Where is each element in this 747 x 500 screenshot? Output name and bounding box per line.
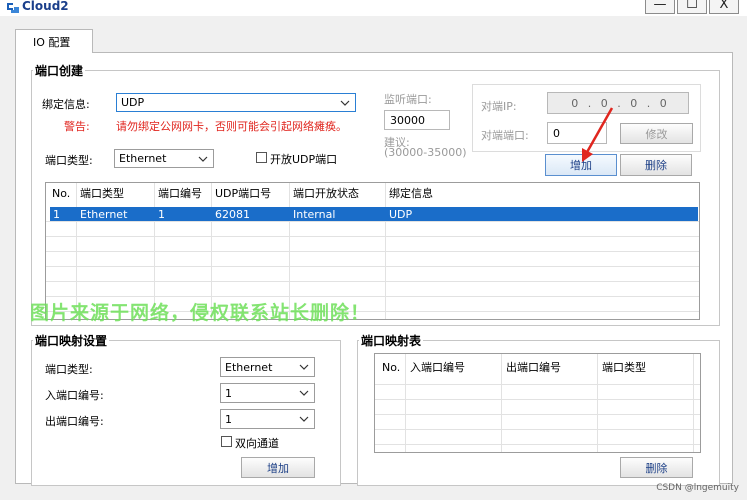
remote-ip-input[interactable]: 0 . 0 . 0 . 0 bbox=[547, 92, 689, 114]
mapping-port-type-value: Ethernet bbox=[225, 360, 273, 374]
column-header-no: No. bbox=[382, 360, 401, 374]
column-header-udp-port: UDP端口号 bbox=[215, 187, 272, 200]
chevron-down-icon bbox=[299, 416, 309, 422]
column-header-open-status: 端口开放状态 bbox=[293, 187, 359, 200]
title-bar bbox=[0, 0, 747, 16]
column-header-port-number: 端口编号 bbox=[158, 187, 202, 200]
cell-open-status: Internal bbox=[293, 207, 336, 221]
mapping-table-title: 端口映射表 bbox=[359, 332, 424, 349]
warning-label: 警告: bbox=[64, 120, 90, 133]
maximize-button[interactable]: ☐ bbox=[677, 0, 707, 14]
port-type-select[interactable]: Ethernet bbox=[114, 149, 214, 168]
bidirectional-checkbox[interactable] bbox=[221, 436, 232, 447]
out-port-label: 出端口编号: bbox=[45, 415, 104, 428]
column-header-port-type: 端口类型 bbox=[80, 187, 124, 200]
delete-mapping-button[interactable]: 删除 bbox=[620, 457, 693, 478]
cell-bind-info: UDP bbox=[389, 207, 413, 221]
in-port-select[interactable]: 1 bbox=[220, 383, 315, 403]
mapping-port-type-label: 端口类型: bbox=[45, 363, 93, 376]
out-port-select[interactable]: 1 bbox=[220, 409, 315, 429]
port-type-value: Ethernet bbox=[119, 152, 167, 165]
remote-port-label: 对端端口: bbox=[481, 129, 529, 142]
column-header-in-port: 入端口编号 bbox=[410, 361, 465, 374]
listen-port-label: 监听端口: bbox=[384, 93, 432, 106]
in-port-value: 1 bbox=[225, 386, 232, 400]
cell-port-type: Ethernet bbox=[80, 207, 128, 221]
mapping-settings-title: 端口映射设置 bbox=[33, 332, 110, 349]
chevron-down-icon bbox=[299, 364, 309, 370]
open-udp-label: 开放UDP端口 bbox=[270, 153, 338, 166]
mapping-table: No. 入端口编号 出端口编号 端口类型 bbox=[374, 353, 701, 453]
port-create-title: 端口创建 bbox=[33, 62, 86, 79]
in-port-label: 入端口编号: bbox=[45, 389, 104, 402]
watermark-text: 图片来源于网络，侵权联系站长删除！ bbox=[30, 302, 371, 324]
add-mapping-button[interactable]: 增加 bbox=[241, 457, 315, 478]
open-udp-checkbox[interactable] bbox=[256, 152, 267, 163]
bidirectional-label: 双向通道 bbox=[235, 437, 279, 450]
column-header-no: No. bbox=[52, 186, 71, 200]
modify-button[interactable]: 修改 bbox=[620, 123, 693, 144]
remote-ip-label: 对端IP: bbox=[481, 100, 517, 113]
credit-text: CSDN @lngemuity bbox=[656, 483, 739, 493]
red-arrow-annotation bbox=[582, 107, 614, 162]
out-port-value: 1 bbox=[225, 412, 232, 426]
chevron-down-icon bbox=[299, 390, 309, 396]
chevron-down-icon bbox=[198, 156, 208, 162]
minimize-button[interactable]: — bbox=[645, 0, 675, 14]
cloud-app-icon bbox=[7, 3, 19, 13]
chevron-down-icon bbox=[340, 100, 350, 106]
mapping-port-type-select[interactable]: Ethernet bbox=[220, 357, 315, 377]
suggest-range: (30000-35000) bbox=[384, 146, 467, 159]
cell-port-number: 1 bbox=[158, 207, 165, 221]
bind-select[interactable]: UDP bbox=[116, 93, 356, 112]
table-row[interactable]: 1 Ethernet 1 62081 Internal UDP bbox=[50, 207, 698, 221]
column-header-port-type: 端口类型 bbox=[602, 361, 646, 374]
window-title: Cloud2 bbox=[22, 0, 69, 13]
bind-label: 绑定信息: bbox=[42, 98, 90, 111]
delete-port-button[interactable]: 删除 bbox=[620, 154, 692, 176]
cell-udp-port: 62081 bbox=[215, 207, 250, 221]
tab-io-config[interactable]: IO 配置 bbox=[15, 29, 93, 53]
listen-port-input[interactable]: 30000 bbox=[384, 110, 450, 130]
column-header-bind-info: 绑定信息 bbox=[389, 187, 433, 200]
port-type-label: 端口类型: bbox=[45, 154, 93, 167]
column-header-out-port: 出端口编号 bbox=[506, 361, 561, 374]
close-button[interactable]: X bbox=[709, 0, 739, 14]
warning-text: 请勿绑定公网网卡，否则可能会引起网络瘫痪。 bbox=[116, 120, 347, 133]
bind-value: UDP bbox=[121, 96, 145, 109]
cell-no: 1 bbox=[53, 207, 60, 221]
